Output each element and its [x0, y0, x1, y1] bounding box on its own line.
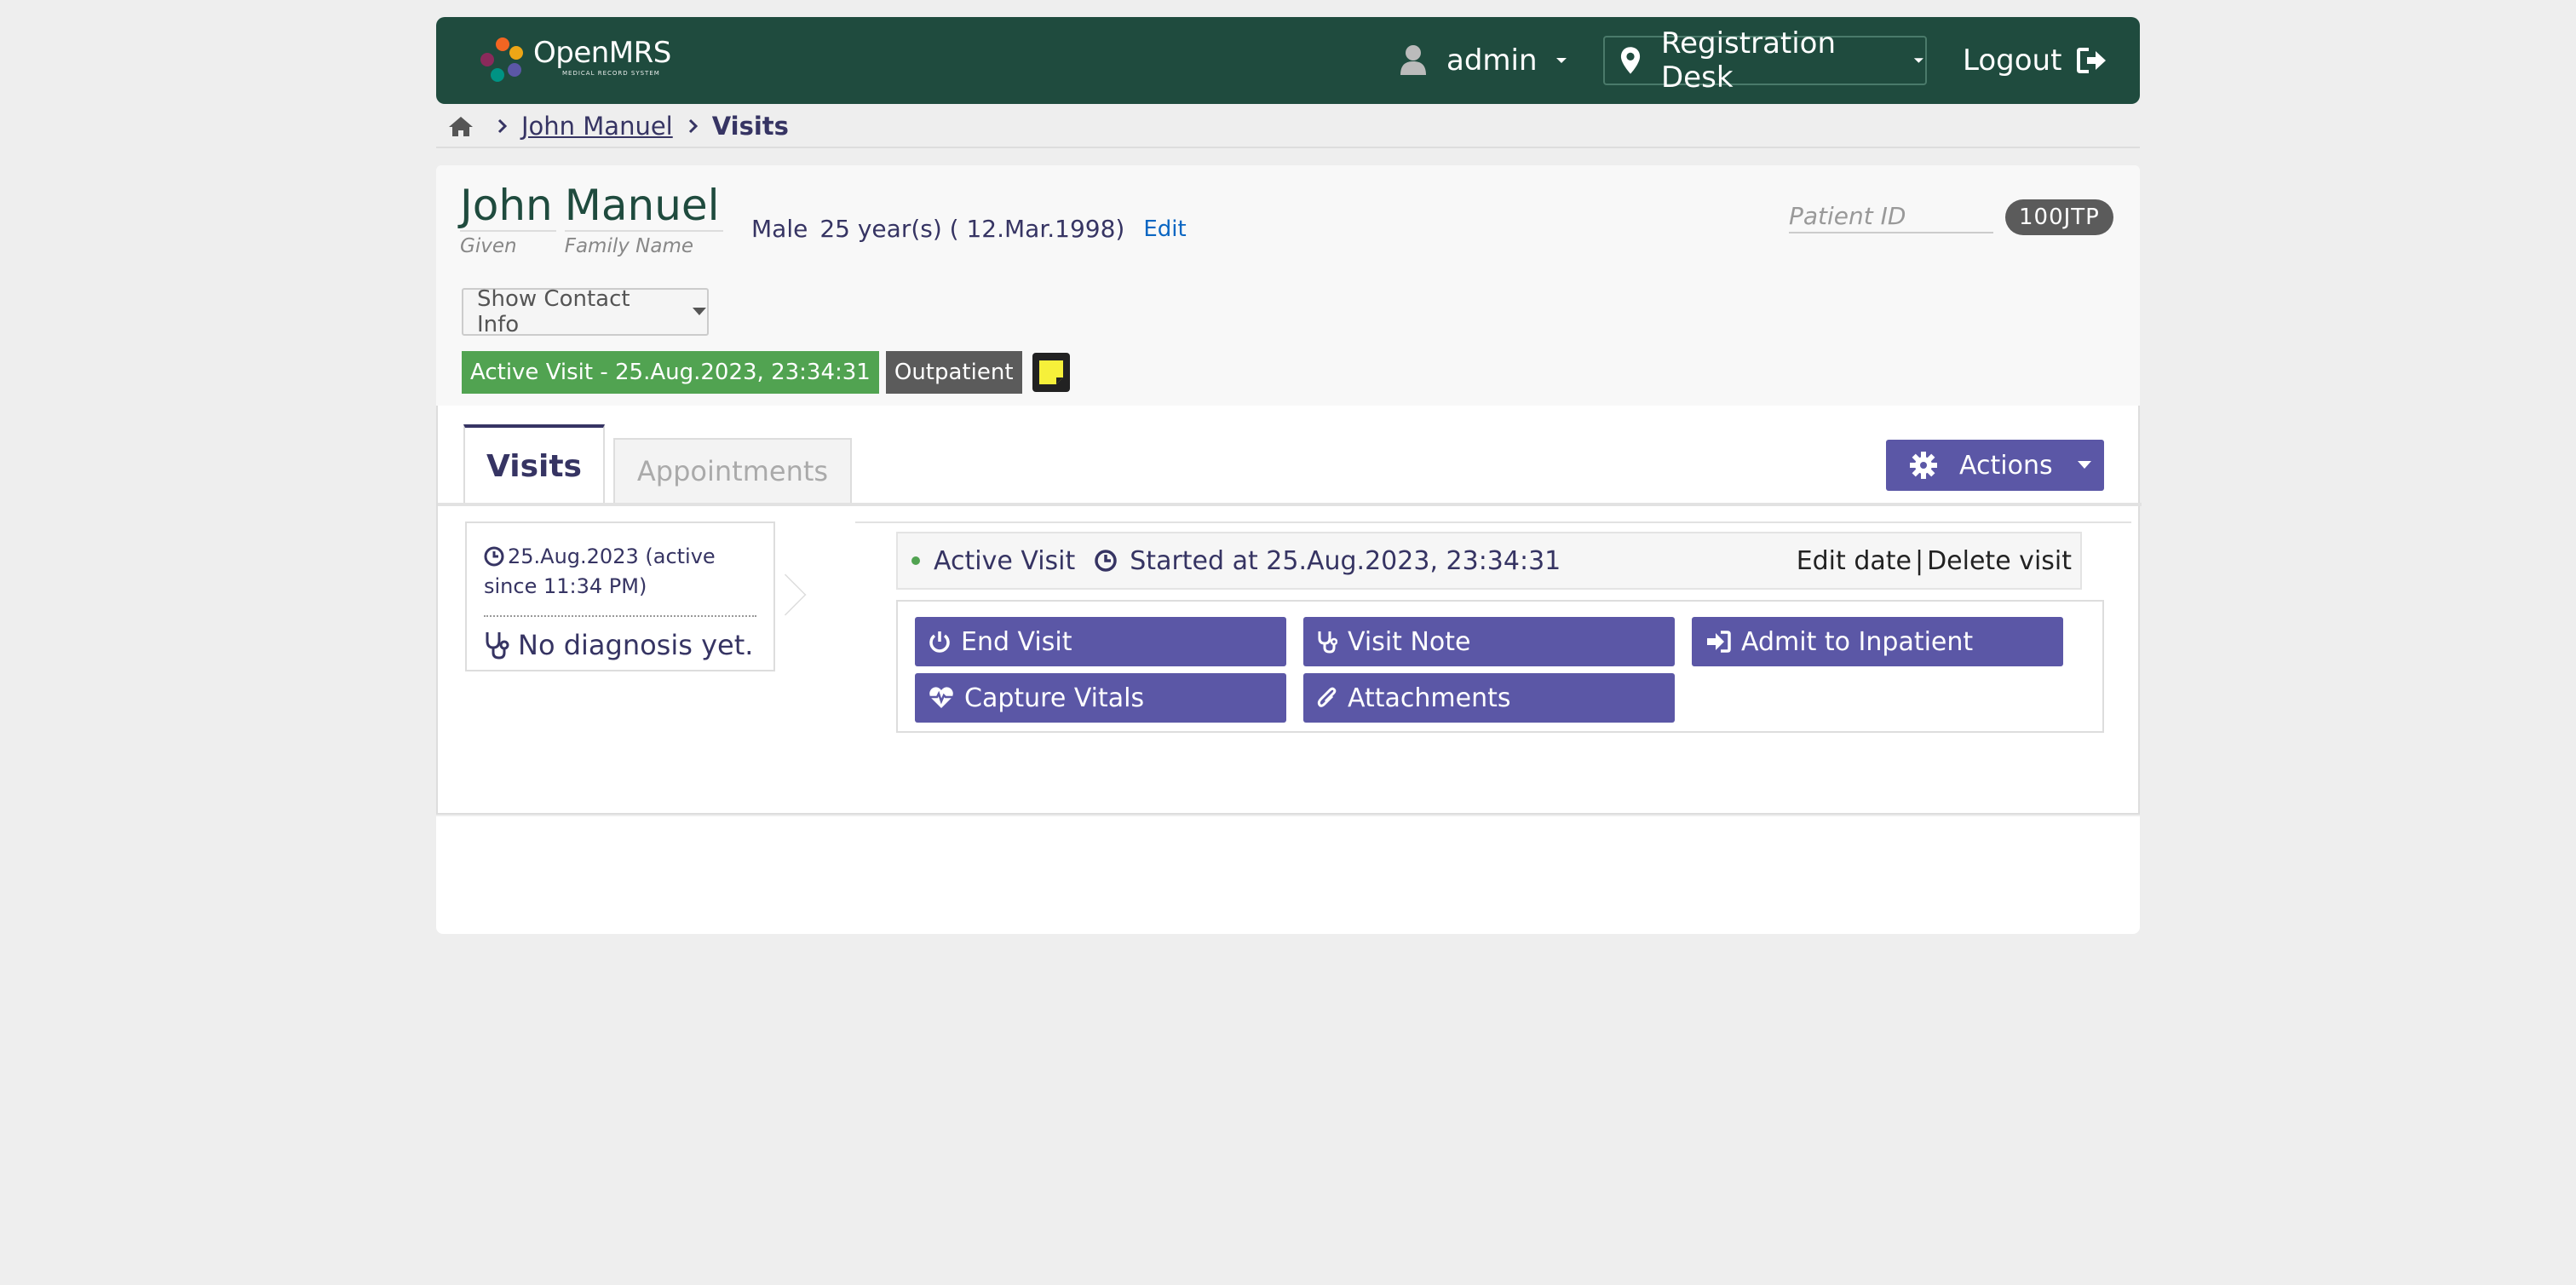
location-selector[interactable]: Registration Desk — [1603, 26, 1927, 95]
capture-vitals-label: Capture Vitals — [964, 683, 1145, 713]
logo-tagline: MEDICAL RECORD SYSTEM — [562, 70, 660, 77]
power-icon — [929, 631, 950, 653]
map-marker-icon — [1620, 47, 1641, 74]
visit-date-text: 25.Aug.2023 (active since 11:34 PM) — [484, 545, 716, 598]
admit-label: Admit to Inpatient — [1741, 626, 1974, 657]
tab-underline — [438, 503, 2142, 506]
visit-note-label: Visit Note — [1348, 626, 1471, 657]
patient-demographics: Male 25 year(s) ( 12.Mar.1998) Edit — [751, 215, 1187, 243]
patient-id-block: Patient ID 100JTP — [1789, 199, 2113, 235]
openmrs-logo-icon — [480, 37, 523, 82]
end-visit-button[interactable]: End Visit — [915, 617, 1286, 666]
show-contact-info-button[interactable]: Show Contact Info — [462, 286, 709, 337]
caret-down-icon — [1555, 58, 1567, 63]
capture-vitals-button[interactable]: Capture Vitals — [915, 673, 1286, 723]
patient-id-badge: 100JTP — [2005, 199, 2113, 235]
given-name-label: Given — [460, 235, 517, 257]
visit-actions-box: End Visit Visit Note Admit to Inpatient … — [896, 600, 2104, 733]
visit-detail-divider — [855, 521, 2131, 523]
attachments-button[interactable]: Attachments — [1303, 673, 1675, 723]
visit-date: 25.Aug.2023 (active since 11:34 PM) — [484, 542, 756, 602]
home-icon[interactable] — [448, 115, 474, 137]
given-name: John — [460, 181, 556, 232]
logout-label: Logout — [1963, 43, 2062, 78]
visit-list-item[interactable]: 25.Aug.2023 (active since 11:34 PM) No d… — [465, 521, 775, 671]
link-separator: | — [1914, 545, 1924, 576]
breadcrumb-patient-link[interactable]: John Manuel — [521, 112, 673, 141]
visit-diagnosis: No diagnosis yet. — [484, 629, 753, 661]
top-header: OpenMRS MEDICAL RECORD SYSTEM admin Regi… — [436, 17, 2140, 104]
patient-id-label: Patient ID — [1789, 202, 1993, 233]
tab-appointments[interactable]: Appointments — [613, 438, 852, 504]
actions-label: Actions — [1959, 450, 2053, 481]
visit-badges: Active Visit - 25.Aug.2023, 23:34:31 Out… — [462, 351, 1070, 394]
logo-name: OpenMRS — [533, 36, 671, 70]
active-status-dot — [911, 556, 920, 565]
visit-card-divider — [484, 615, 756, 617]
patient-gender: Male — [751, 215, 808, 243]
stethoscope-icon — [1318, 631, 1337, 654]
patient-age: 25 year(s) ( 12.Mar.1998) — [819, 215, 1125, 243]
patient-header: John Given Manuel Family Name Male 25 ye… — [436, 165, 2140, 406]
family-name: Manuel — [564, 181, 723, 232]
active-visit-badge[interactable]: Active Visit - 25.Aug.2023, 23:34:31 — [462, 351, 879, 394]
visit-started: Started at 25.Aug.2023, 23:34:31 — [1130, 545, 1561, 576]
edit-date-link[interactable]: Edit date — [1797, 546, 1912, 576]
stethoscope-icon — [486, 632, 509, 660]
gear-icon — [1910, 452, 1937, 479]
chevron-right-icon — [688, 118, 698, 134]
edit-patient-link[interactable]: Edit — [1143, 216, 1186, 242]
sticky-note-icon[interactable] — [1032, 353, 1070, 392]
sign-out-icon — [2077, 48, 2107, 73]
heartbeat-icon — [929, 687, 953, 708]
breadcrumb-divider — [436, 147, 2140, 148]
breadcrumb: John Manuel Visits — [448, 109, 789, 143]
actions-button[interactable]: Actions — [1886, 440, 2104, 491]
location-name: Registration Desk — [1661, 26, 1837, 95]
user-icon — [1400, 45, 1426, 75]
logout-link[interactable]: Logout — [1963, 41, 2107, 80]
clock-icon — [484, 546, 504, 567]
family-name-label: Family Name — [564, 235, 694, 257]
caret-down-icon — [2077, 461, 2091, 469]
delete-visit-link[interactable]: Delete visit — [1927, 546, 2072, 576]
user-menu[interactable]: admin — [1399, 43, 1568, 78]
end-visit-label: End Visit — [961, 626, 1072, 657]
show-contact-info-label: Show Contact Info — [477, 286, 630, 337]
clock-icon — [1095, 550, 1118, 572]
attachments-label: Attachments — [1348, 683, 1511, 713]
caret-down-icon — [1914, 58, 1924, 63]
paperclip-icon — [1317, 687, 1337, 707]
visit-status: Active Visit — [934, 545, 1076, 576]
breadcrumb-current: Visits — [711, 112, 789, 141]
openmrs-logo[interactable]: OpenMRS MEDICAL RECORD SYSTEM — [479, 36, 671, 84]
chevron-right-icon — [497, 118, 508, 134]
admit-to-inpatient-button[interactable]: Admit to Inpatient — [1692, 617, 2063, 666]
user-name: admin — [1446, 43, 1538, 78]
diagnosis-text: No diagnosis yet. — [518, 629, 754, 661]
sign-in-icon — [1707, 631, 1731, 653]
footer-panel — [436, 816, 2140, 934]
visits-main: Visits Appointments Actions 25.Aug.2023 … — [436, 406, 2142, 815]
patient-name: John Given Manuel Family Name — [460, 181, 732, 257]
visit-status-bar: Active Visit Started at 25.Aug.2023, 23:… — [896, 532, 2082, 590]
visit-note-button[interactable]: Visit Note — [1303, 617, 1675, 666]
caret-down-icon — [693, 308, 707, 315]
visit-type-badge: Outpatient — [885, 351, 1022, 394]
tab-visits[interactable]: Visits — [463, 424, 605, 504]
